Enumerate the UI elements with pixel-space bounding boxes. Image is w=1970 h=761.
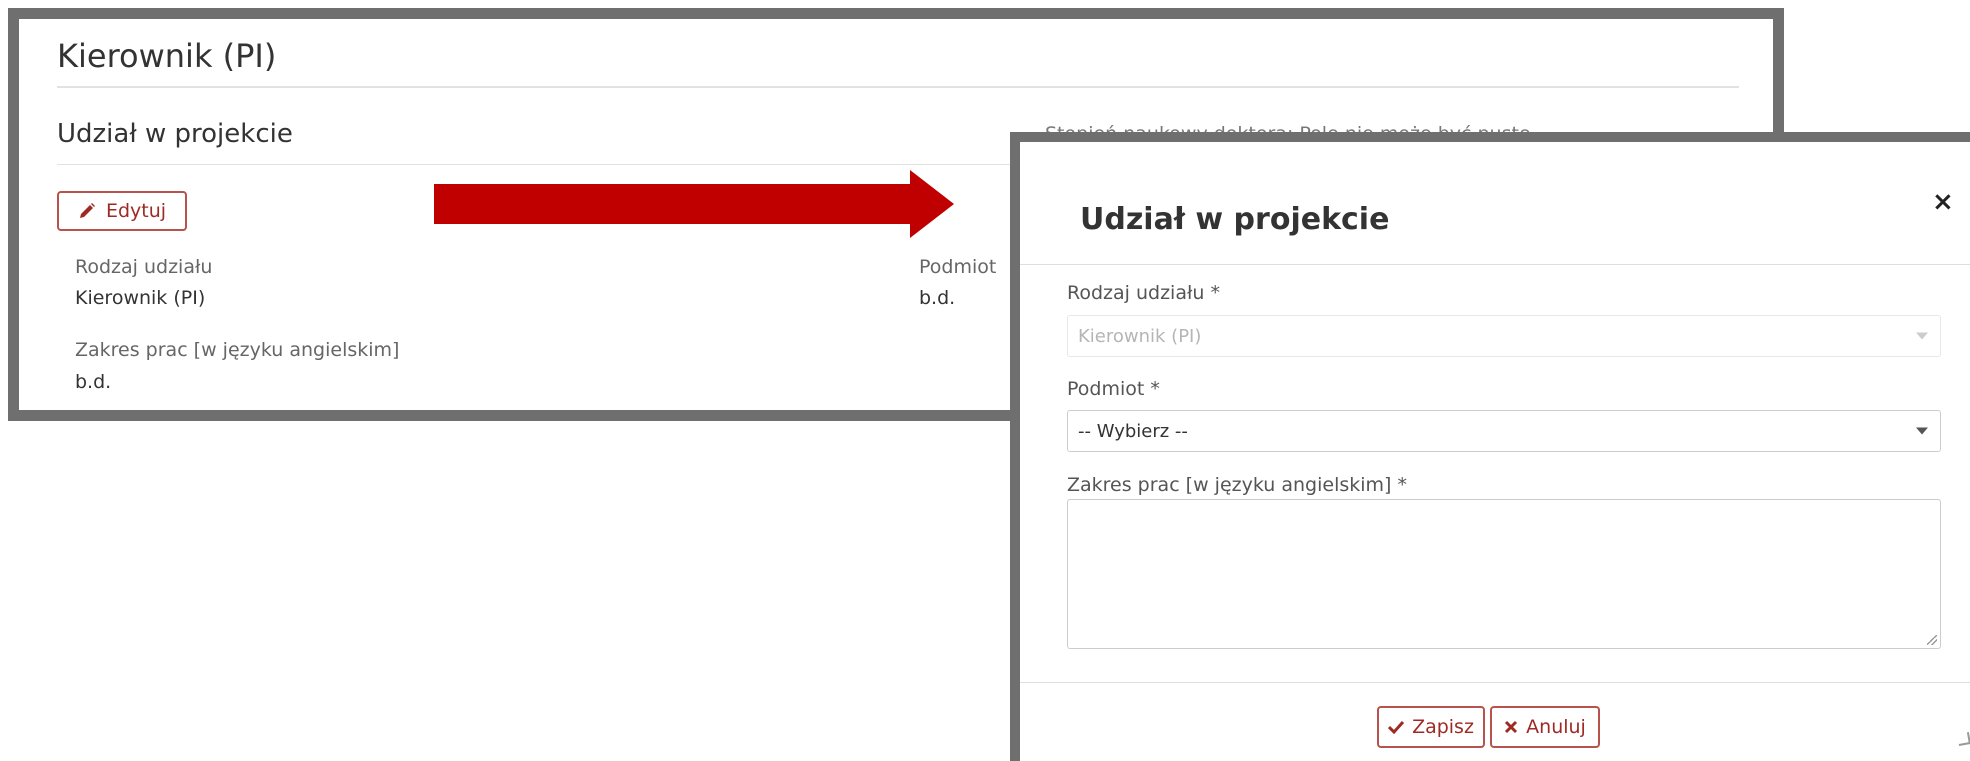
cancel-button-label: Anuluj [1526,716,1586,738]
edit-button[interactable]: Edytuj [57,191,187,231]
rodzaj-label: Rodzaj udziału [75,256,213,278]
rodzaj-select: Kierownik (PI) [1067,315,1941,357]
zakres-label: Zakres prac [w języku angielskim] [75,339,400,361]
podmiot-value: b.d. [919,287,956,309]
divider [1020,264,1970,265]
zakres-field-label: Zakres prac [w języku angielskim] * [1067,474,1407,496]
rodzaj-select-value: Kierownik (PI) [1078,325,1202,347]
rodzaj-value: Kierownik (PI) [75,287,206,309]
zakres-textarea[interactable] [1067,499,1941,649]
zakres-value: b.d. [75,371,112,393]
podmiot-label: Podmiot [919,256,997,278]
divider [1020,682,1970,683]
section-title: Udział w projekcie [57,119,293,149]
rodzaj-field-label: Rodzaj udziału * [1067,282,1220,304]
pencil-icon [79,203,95,218]
divider [57,86,1739,88]
save-button-label: Zapisz [1412,716,1474,738]
panel-title: Kierownik (PI) [57,37,277,75]
close-icon[interactable]: × [1932,187,1954,217]
modal-title: Udział w projekcie [1080,202,1390,237]
right-arrow-icon [434,170,954,238]
caret-down-icon [1916,332,1928,340]
resize-corner-icon [1957,732,1970,746]
x-icon [1505,720,1518,734]
podmiot-field-label: Podmiot * [1067,378,1160,400]
podmiot-select[interactable]: -- Wybierz -- [1067,410,1941,452]
resize-handle[interactable] [1927,635,1937,645]
save-button[interactable]: Zapisz [1377,706,1485,748]
cancel-button[interactable]: Anuluj [1490,706,1600,748]
checkmark-icon [1388,720,1405,734]
participation-modal: Udział w projekcie × Rodzaj udziału * Ki… [1010,132,1970,761]
caret-down-icon [1916,427,1928,435]
podmiot-select-value: -- Wybierz -- [1078,420,1188,442]
edit-button-label: Edytuj [105,200,167,222]
